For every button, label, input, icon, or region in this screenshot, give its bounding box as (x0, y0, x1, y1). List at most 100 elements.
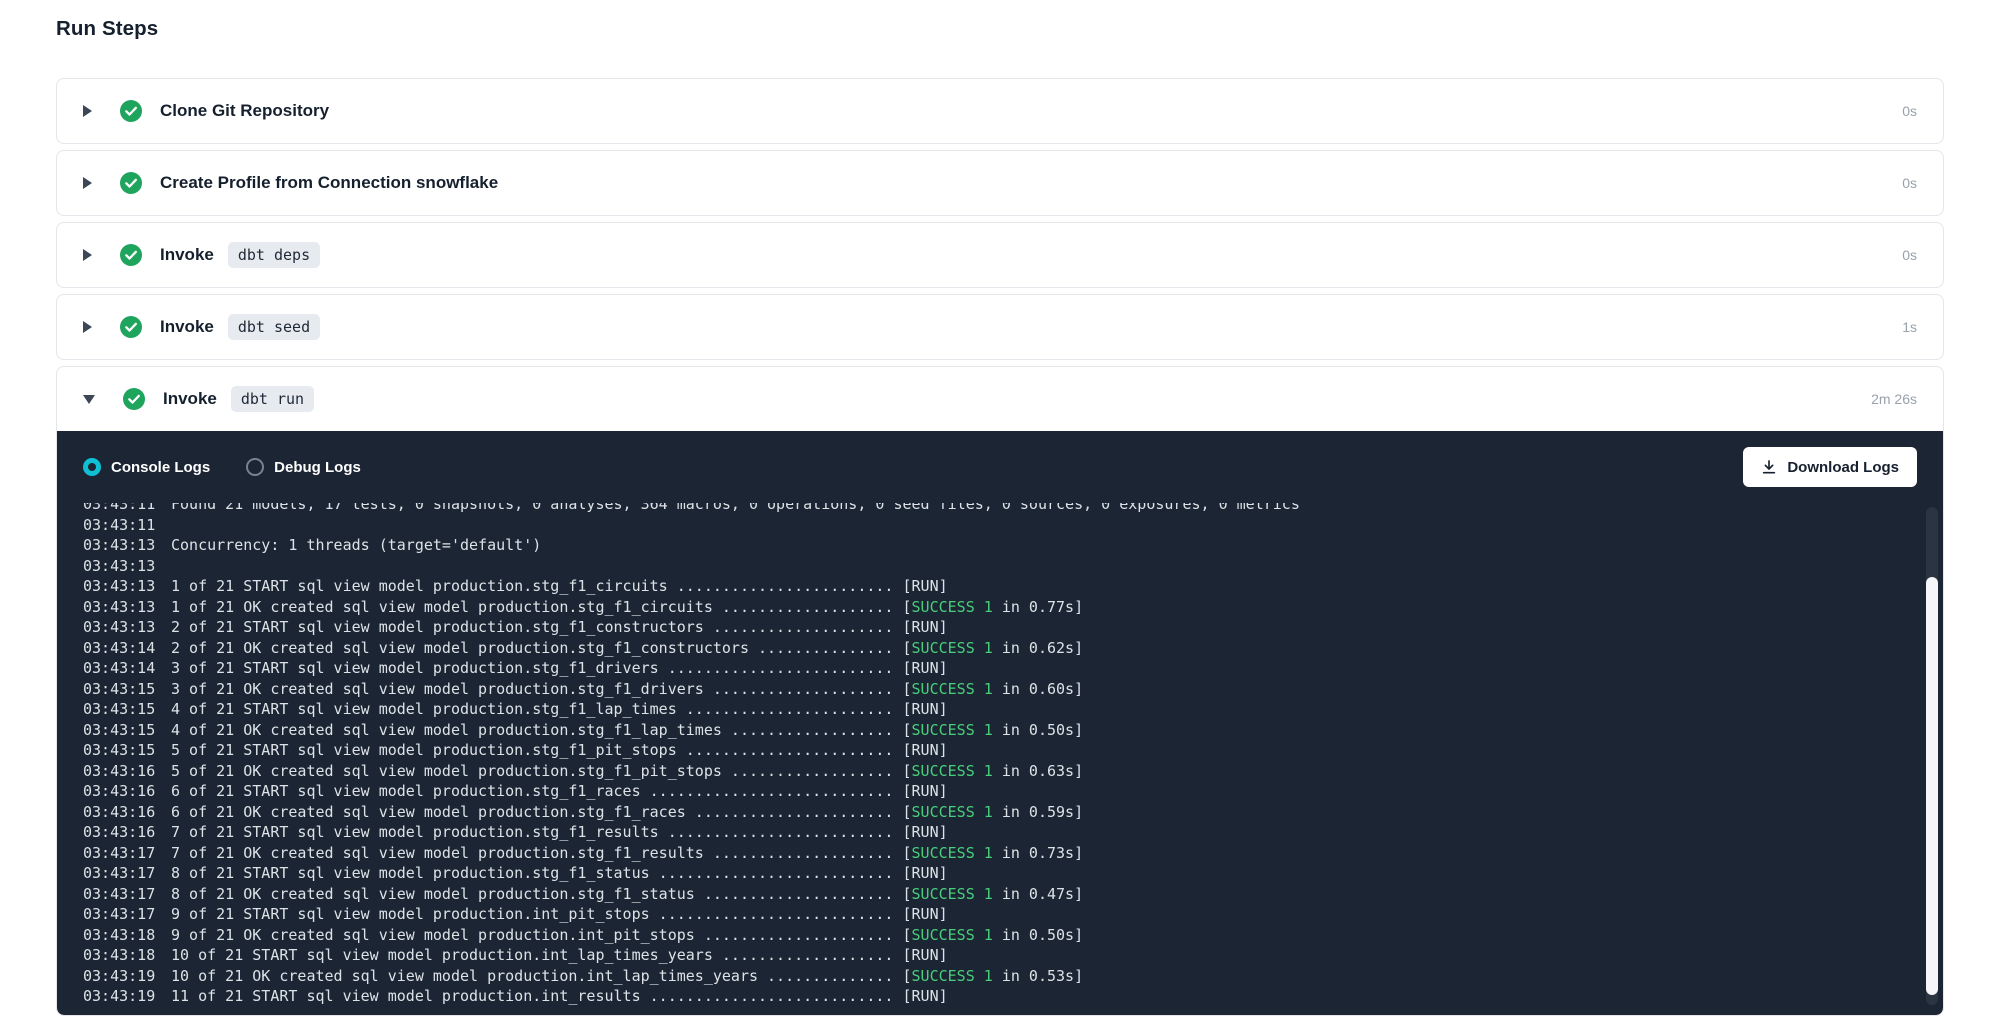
download-label: Download Logs (1787, 459, 1899, 476)
step-label: Create Profile from Connection snowflake (160, 173, 498, 193)
step-header[interactable]: Invoke dbt seed 1s (57, 295, 1943, 359)
console-log-output[interactable]: 03:43:11Found 21 models, 17 tests, 0 sna… (57, 503, 1943, 1015)
log-timestamp: 03:43:15 (83, 699, 171, 720)
log-line: 03:43:178 of 21 OK created sql view mode… (83, 884, 1943, 905)
log-line: 03:43:132 of 21 START sql view model pro… (83, 617, 1943, 638)
step-invoke-dbt-deps: Invoke dbt deps 0s (56, 222, 1944, 288)
step-duration: 0s (1902, 247, 1917, 263)
log-scrollbar[interactable] (1926, 507, 1938, 1005)
log-timestamp: 03:43:11 (83, 515, 171, 536)
log-line: 03:43:142 of 21 OK created sql view mode… (83, 638, 1943, 659)
console-logs-radio[interactable]: Console Logs (83, 458, 210, 476)
chevron-down-icon[interactable] (83, 395, 95, 404)
step-label: Invoke (160, 245, 214, 265)
step-duration: 0s (1902, 175, 1917, 191)
log-line: 03:43:189 of 21 OK created sql view mode… (83, 925, 1943, 946)
log-line: 03:43:177 of 21 OK created sql view mode… (83, 843, 1943, 864)
log-line: 03:43:143 of 21 START sql view model pro… (83, 658, 1943, 679)
log-timestamp: 03:43:16 (83, 802, 171, 823)
log-timestamp: 03:43:17 (83, 904, 171, 925)
radio-unselected-icon[interactable] (246, 458, 264, 476)
step-create-profile-snowflake: Create Profile from Connection snowflake… (56, 150, 1944, 216)
log-line: 03:43:13 (83, 556, 1943, 577)
step-command-badge: dbt deps (228, 242, 320, 268)
console-toolbar: Console Logs Debug Logs Download Logs (57, 431, 1943, 503)
log-line: 03:43:166 of 21 OK created sql view mode… (83, 802, 1943, 823)
radio-selected-icon[interactable] (83, 458, 101, 476)
step-header[interactable]: Create Profile from Connection snowflake… (57, 151, 1943, 215)
log-lines: 03:43:11Found 21 models, 17 tests, 0 sna… (83, 503, 1943, 1007)
log-timestamp: 03:43:16 (83, 781, 171, 802)
success-check-icon (123, 388, 145, 410)
step-duration: 0s (1902, 103, 1917, 119)
chevron-right-icon[interactable] (83, 249, 92, 261)
step-invoke-dbt-run: Invoke dbt run 2m 26s Console Logs Debug… (56, 366, 1944, 1016)
chevron-right-icon[interactable] (83, 105, 92, 117)
log-line: 03:43:165 of 21 OK created sql view mode… (83, 761, 1943, 782)
log-line: 03:43:153 of 21 OK created sql view mode… (83, 679, 1943, 700)
log-line: 03:43:178 of 21 START sql view model pro… (83, 863, 1943, 884)
log-line: 03:43:11 (83, 515, 1943, 536)
log-timestamp: 03:43:17 (83, 884, 171, 905)
log-timestamp: 03:43:15 (83, 720, 171, 741)
step-duration: 2m 26s (1871, 391, 1917, 407)
step-header[interactable]: Invoke dbt run 2m 26s (57, 367, 1943, 431)
page-title: Run Steps (56, 16, 1944, 42)
log-line: 03:43:154 of 21 START sql view model pro… (83, 699, 1943, 720)
log-timestamp: 03:43:15 (83, 740, 171, 761)
radio-label: Console Logs (111, 459, 210, 476)
log-timestamp: 03:43:18 (83, 945, 171, 966)
run-steps-page: Run Steps Clone Git Repository 0s Create… (0, 0, 2000, 1016)
debug-logs-radio[interactable]: Debug Logs (246, 458, 361, 476)
step-invoke-dbt-seed: Invoke dbt seed 1s (56, 294, 1944, 360)
log-timestamp: 03:43:19 (83, 966, 171, 987)
log-timestamp: 03:43:17 (83, 863, 171, 884)
log-timestamp: 03:43:14 (83, 638, 171, 659)
step-command-badge: dbt run (231, 386, 314, 412)
step-command-badge: dbt seed (228, 314, 320, 340)
log-line: 03:43:167 of 21 START sql view model pro… (83, 822, 1943, 843)
log-line: 03:43:1910 of 21 OK created sql view mod… (83, 966, 1943, 987)
log-timestamp: 03:43:11 (83, 503, 171, 515)
log-line: 03:43:11Found 21 models, 17 tests, 0 sna… (83, 503, 1943, 515)
step-label: Invoke (160, 317, 214, 337)
log-line: 03:43:13Concurrency: 1 threads (target='… (83, 535, 1943, 556)
log-timestamp: 03:43:18 (83, 925, 171, 946)
chevron-right-icon[interactable] (83, 177, 92, 189)
log-timestamp: 03:43:16 (83, 822, 171, 843)
scrollbar-thumb[interactable] (1926, 577, 1938, 995)
console-panel: Console Logs Debug Logs Download Logs (57, 431, 1943, 1015)
log-line: 03:43:166 of 21 START sql view model pro… (83, 781, 1943, 802)
log-timestamp: 03:43:14 (83, 658, 171, 679)
log-timestamp: 03:43:13 (83, 556, 171, 577)
log-line: 03:43:131 of 21 OK created sql view mode… (83, 597, 1943, 618)
step-label: Invoke (163, 389, 217, 409)
log-line: 03:43:1810 of 21 START sql view model pr… (83, 945, 1943, 966)
radio-label: Debug Logs (274, 459, 361, 476)
step-header[interactable]: Invoke dbt deps 0s (57, 223, 1943, 287)
success-check-icon (120, 316, 142, 338)
download-logs-button[interactable]: Download Logs (1743, 447, 1917, 487)
run-steps-list: Clone Git Repository 0s Create Profile f… (56, 78, 1944, 1016)
success-check-icon (120, 172, 142, 194)
log-timestamp: 03:43:13 (83, 597, 171, 618)
log-line: 03:43:131 of 21 START sql view model pro… (83, 576, 1943, 597)
log-timestamp: 03:43:19 (83, 986, 171, 1007)
success-check-icon (120, 244, 142, 266)
log-line: 03:43:154 of 21 OK created sql view mode… (83, 720, 1943, 741)
log-timestamp: 03:43:13 (83, 617, 171, 638)
log-timestamp: 03:43:13 (83, 535, 171, 556)
log-timestamp: 03:43:16 (83, 761, 171, 782)
step-clone-git-repository: Clone Git Repository 0s (56, 78, 1944, 144)
log-timestamp: 03:43:17 (83, 843, 171, 864)
log-timestamp: 03:43:15 (83, 679, 171, 700)
log-line: 03:43:1911 of 21 START sql view model pr… (83, 986, 1943, 1007)
step-label: Clone Git Repository (160, 101, 329, 121)
download-icon (1761, 459, 1777, 475)
log-line: 03:43:155 of 21 START sql view model pro… (83, 740, 1943, 761)
chevron-right-icon[interactable] (83, 321, 92, 333)
log-timestamp: 03:43:13 (83, 576, 171, 597)
step-header[interactable]: Clone Git Repository 0s (57, 79, 1943, 143)
log-line: 03:43:179 of 21 START sql view model pro… (83, 904, 1943, 925)
success-check-icon (120, 100, 142, 122)
